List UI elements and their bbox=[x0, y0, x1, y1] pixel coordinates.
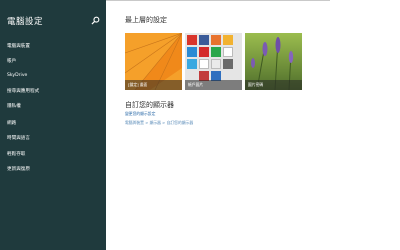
app-icon bbox=[223, 47, 233, 57]
recent-settings-heading: 最上層的設定 bbox=[125, 16, 167, 24]
app-icon bbox=[211, 35, 221, 45]
app-icon bbox=[223, 59, 233, 69]
app-icon bbox=[187, 35, 197, 45]
app-icon bbox=[199, 47, 209, 57]
facebook-icon bbox=[199, 35, 209, 45]
app-icon bbox=[187, 47, 197, 57]
tile-caption: 圖片密碼 bbox=[245, 80, 302, 90]
tile-lock-screen[interactable]: [鎖定] 畫面 bbox=[125, 33, 182, 90]
sidebar-item-update-and-recovery[interactable]: 更新與復原 bbox=[7, 166, 30, 172]
settings-title: 電腦設定 bbox=[7, 17, 44, 27]
breadcrumb[interactable]: 電腦與裝置 > 顯示器 > 自訂您的顯示器 bbox=[125, 120, 193, 126]
app-icon bbox=[223, 35, 233, 45]
app-icon bbox=[211, 47, 221, 57]
tile-account-picture[interactable]: 帳戶圖片 bbox=[185, 33, 242, 90]
top-divider bbox=[106, 0, 330, 1]
sidebar-item-ease-of-access[interactable]: 輕鬆存取 bbox=[7, 151, 25, 157]
sidebar-item-privacy[interactable]: 隱私權 bbox=[7, 103, 21, 109]
tile-caption: [鎖定] 畫面 bbox=[125, 80, 182, 90]
sidebar-item-accounts[interactable]: 帳戶 bbox=[7, 58, 16, 64]
sidebar-item-skydrive[interactable]: SkyDrive bbox=[7, 73, 27, 78]
sidebar: 電腦設定 電腦與裝置 帳戶 SkyDrive 搜尋與應用程式 隱私權 網路 時間… bbox=[0, 0, 106, 250]
sidebar-item-search-and-apps[interactable]: 搜尋與應用程式 bbox=[7, 88, 39, 94]
app-icon bbox=[211, 59, 221, 69]
sidebar-item-pc-and-devices[interactable]: 電腦與裝置 bbox=[7, 43, 30, 49]
change-display-settings-link[interactable]: 變更您的顯示設定 bbox=[125, 111, 155, 117]
customize-display-heading: 自訂您的顯示器 bbox=[125, 101, 174, 109]
tile-picture-password[interactable]: 圖片密碼 bbox=[245, 33, 302, 90]
tile-caption: 帳戶圖片 bbox=[185, 80, 242, 90]
search-icon[interactable] bbox=[91, 16, 100, 25]
twitter-icon bbox=[187, 59, 197, 69]
sidebar-item-time-and-language[interactable]: 時間與語言 bbox=[7, 135, 30, 141]
app-icon bbox=[199, 59, 209, 69]
sidebar-item-network[interactable]: 網路 bbox=[7, 120, 16, 126]
